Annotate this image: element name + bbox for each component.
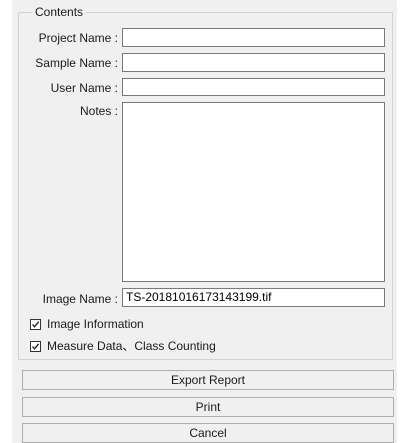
checkmark-icon [32,320,40,328]
image-name-label: Image Name : [42,292,118,306]
image-name-field[interactable]: TS-20181016173143199.tif [122,288,385,307]
measure-data-option[interactable]: Measure Data、Class Counting [30,337,216,355]
export-report-button[interactable]: Export Report [22,370,394,390]
contents-group-title: Contents [32,5,87,19]
print-button[interactable]: Print [22,397,394,417]
project-name-label: Project Name : [38,31,118,45]
sample-name-field[interactable] [122,53,385,72]
sample-name-label: Sample Name : [35,56,118,70]
cancel-button[interactable]: Cancel [22,423,394,443]
image-information-option[interactable]: Image Information [30,315,144,333]
user-name-field[interactable] [122,78,385,96]
image-information-label: Image Information [47,317,144,331]
user-name-label: User Name : [50,81,118,95]
checkmark-icon [32,342,40,350]
project-name-field[interactable] [122,28,385,47]
notes-label: Notes : [79,104,118,118]
measure-data-label: Measure Data、Class Counting [47,339,216,353]
measure-data-checkbox[interactable] [30,340,41,352]
notes-textarea[interactable] [122,102,385,282]
image-information-checkbox[interactable] [30,318,41,330]
